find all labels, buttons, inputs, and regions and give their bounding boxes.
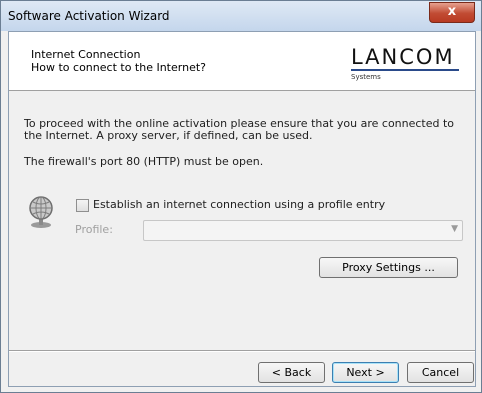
wizard-window: Software Activation Wizard x Internet Co… [0,0,482,393]
wizard-page: Internet Connection How to connect to th… [8,31,476,387]
proxy-settings-button[interactable]: Proxy Settings ... [319,257,458,278]
page-title: Internet Connection [31,48,141,61]
logo-text: LANCOM [351,45,455,69]
profile-label: Profile: [75,223,113,236]
profile-select[interactable]: ▼ [143,220,463,241]
globe-icon [29,196,53,228]
next-button[interactable]: Next > [332,362,399,383]
footer-divider [9,350,475,352]
close-button[interactable]: x [429,2,475,23]
title-bar[interactable]: Software Activation Wizard x [1,1,481,31]
info-text: To proceed with the online activation pl… [24,117,455,142]
logo-underline [351,69,459,71]
chevron-down-icon: ▼ [451,224,458,234]
wizard-header: Internet Connection How to connect to th… [9,32,475,91]
profile-connection-checkbox[interactable] [76,199,89,212]
page-subtitle: How to connect to the Internet? [31,61,206,74]
profile-connection-label[interactable]: Establish an internet connection using a… [93,198,385,211]
window-title: Software Activation Wizard [8,9,170,23]
logo-subtext: Systems [351,73,381,81]
cancel-button[interactable]: Cancel [407,362,474,383]
firewall-note: The firewall's port 80 (HTTP) must be op… [24,155,264,168]
back-button[interactable]: < Back [258,362,325,383]
lancom-logo: LANCOM Systems [351,45,463,81]
